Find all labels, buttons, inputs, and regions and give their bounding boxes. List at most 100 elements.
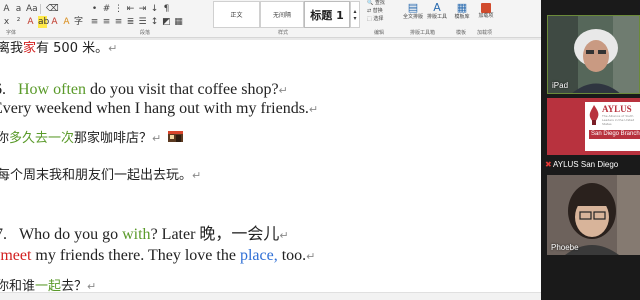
shading-icon[interactable]: ◩	[162, 16, 171, 28]
aylus-logo-title: AYLUS	[602, 104, 632, 114]
style-normal[interactable]: 正文	[213, 1, 260, 28]
text-run: too.	[277, 247, 307, 264]
doc-line: Every weekend when I hang out with my fr…	[0, 100, 318, 118]
aylus-branch-label: San Diego Branch	[591, 131, 640, 137]
participants-panel: iPad AYLUS The Alliance of Youth Leaders…	[541, 0, 640, 300]
text-run: 多久去一次	[9, 131, 75, 146]
clear-format-icon[interactable]: ⌫	[46, 3, 59, 15]
increase-indent-icon[interactable]: ⇥	[138, 3, 147, 15]
font-color-icon[interactable]: A	[50, 16, 59, 28]
doc-line: 6. How often do you visit that coffee sh…	[0, 81, 288, 99]
ribbon-separator	[40, 4, 41, 14]
list-tools-row: • # ⋮ ⇤ ⇥ ↓ ¶	[90, 2, 171, 16]
show-marks-icon[interactable]: ¶	[162, 3, 171, 15]
borders-icon[interactable]: ▦	[174, 16, 183, 28]
list-number: 6.	[0, 81, 6, 98]
embedded-image[interactable]	[167, 130, 184, 143]
group-label-editing: 编辑	[374, 30, 385, 36]
doc-line: 你多久去一次那家咖啡店？↵	[0, 127, 184, 146]
participant-name: Phoebe	[551, 243, 579, 252]
align-left-icon[interactable]: ≡	[90, 16, 99, 28]
text-run: meet	[0, 247, 32, 264]
style-heading-1[interactable]: 标题 1	[304, 1, 350, 28]
doc-line: I meet my friends there. They love the p…	[0, 247, 315, 265]
doc-line: 离我家有 500 米。↵	[0, 37, 117, 56]
text-effects-icon[interactable]: A	[26, 16, 35, 28]
font-tools-row: A a Aa ⌫	[2, 2, 59, 16]
addin-icon	[481, 3, 491, 13]
tools-icon: A	[433, 1, 441, 14]
style-no-spacing-label: 无间隔	[272, 12, 291, 19]
text-run: Every weekend when I hang out with my fr…	[0, 100, 309, 117]
style-heading-1-label: 标题 1	[310, 8, 344, 22]
paragraph-mark: ↵	[308, 103, 319, 116]
fulltext-layout-label: 全文排版	[402, 14, 423, 20]
fulltext-layout-button[interactable]: ▤ 全文排版	[400, 1, 426, 20]
doc-line: 每个周末我和朋友们一起出去玩。↵	[0, 164, 201, 183]
subscript-icon[interactable]: x	[2, 16, 11, 28]
replace-button[interactable]: ⇄ 替换	[367, 8, 383, 15]
text-run: 离我	[0, 41, 24, 56]
status-bar	[0, 292, 541, 300]
template-library-label: 模板库	[454, 14, 470, 20]
text-run: do you visit that coffee shop?	[85, 81, 279, 98]
font-size-up-icon[interactable]: A	[2, 3, 11, 15]
participant-tile-ipad[interactable]: iPad	[547, 15, 640, 94]
layout-tools-button[interactable]: A 排版工具	[424, 1, 450, 20]
char-shading-icon[interactable]: A	[62, 16, 71, 28]
coffee-shop-icon	[168, 131, 184, 142]
change-case-icon[interactable]: Aa	[26, 3, 38, 15]
group-label-styles: 样式	[278, 30, 289, 36]
text-run: Who do you go	[19, 226, 123, 243]
align-right-icon[interactable]: ≡	[114, 16, 123, 28]
align-center-icon[interactable]: ≡	[102, 16, 111, 28]
addin-button[interactable]: 加载项	[476, 1, 496, 19]
participant-tile-aylus[interactable]: AYLUS The Alliance of Youth Leaders in t…	[547, 98, 640, 155]
group-label-addins: 加载项	[477, 30, 493, 36]
font-size-down-icon[interactable]: a	[14, 3, 23, 15]
text-run: with	[122, 226, 151, 243]
group-label-paragraph: 段落	[140, 30, 151, 36]
group-label-layout-toolbox: 排版工具箱	[410, 30, 436, 36]
highlight-color-icon[interactable]: ab	[38, 16, 49, 28]
bullets-icon[interactable]: •	[90, 3, 99, 15]
chevron-up-icon: ▴	[353, 7, 357, 15]
chevron-down-icon: ▾	[353, 14, 357, 22]
decrease-indent-icon[interactable]: ⇤	[126, 3, 135, 15]
numbering-icon[interactable]: #	[102, 3, 111, 15]
find-button[interactable]: 🔍 查找	[367, 0, 385, 7]
style-no-spacing[interactable]: 无间隔	[260, 1, 304, 28]
select-label: 选择	[373, 16, 384, 22]
participant-name: AYLUS San Diego	[553, 160, 619, 169]
list-number: 7.	[0, 226, 7, 243]
text-run: 有 500 米。	[36, 41, 109, 56]
group-label-template: 模板	[456, 30, 467, 36]
justify-icon[interactable]: ≣	[126, 16, 135, 28]
doc-line: 7. Who do you go with? Later 晚，一会儿↵	[0, 220, 289, 244]
participant-tile-phoebe[interactable]: Phoebe	[547, 175, 640, 255]
aylus-branch-strip: San Diego Branch	[589, 130, 640, 139]
paragraph-mark: ↵	[152, 132, 162, 145]
superscript-icon[interactable]: ²	[14, 16, 23, 28]
paragraph-mark: ↵	[279, 229, 289, 242]
word-document-window: A a Aa ⌫ x ² A ab A A 字 ≡ ≡ ≡ ≣ ☰ ↕ ◩ ▦ …	[0, 0, 541, 300]
text-run: ? Later 晚，一会儿	[150, 226, 280, 243]
paragraph-mark: ↵	[306, 250, 316, 263]
enclose-char-icon[interactable]: 字	[74, 16, 83, 28]
text-run: 那家咖啡店？	[74, 131, 153, 146]
font-format-row: x ² A ab A A 字	[2, 15, 83, 29]
group-label-font: 字体	[6, 30, 17, 36]
sort-icon[interactable]: ↓	[150, 3, 159, 15]
styles-more-button[interactable]: ▴ ▾	[350, 1, 360, 28]
addin-label: 加载项	[478, 13, 494, 19]
template-library-button[interactable]: ▦ 模板库	[449, 1, 475, 20]
multilevel-icon[interactable]: ⋮	[114, 3, 123, 15]
aylus-flame-icon	[589, 105, 599, 125]
text-run: 你	[0, 131, 10, 146]
aylus-logo-subtitle: The Alliance of Youth Leaders in the Uni…	[602, 114, 635, 126]
text-run: 家	[23, 41, 37, 56]
text-run: 每个周末我和朋友们一起出去玩。	[0, 168, 193, 183]
line-spacing-icon[interactable]: ↕	[150, 16, 159, 28]
select-button[interactable]: ⬚ 选择	[367, 16, 383, 23]
distributed-icon[interactable]: ☰	[138, 16, 147, 28]
